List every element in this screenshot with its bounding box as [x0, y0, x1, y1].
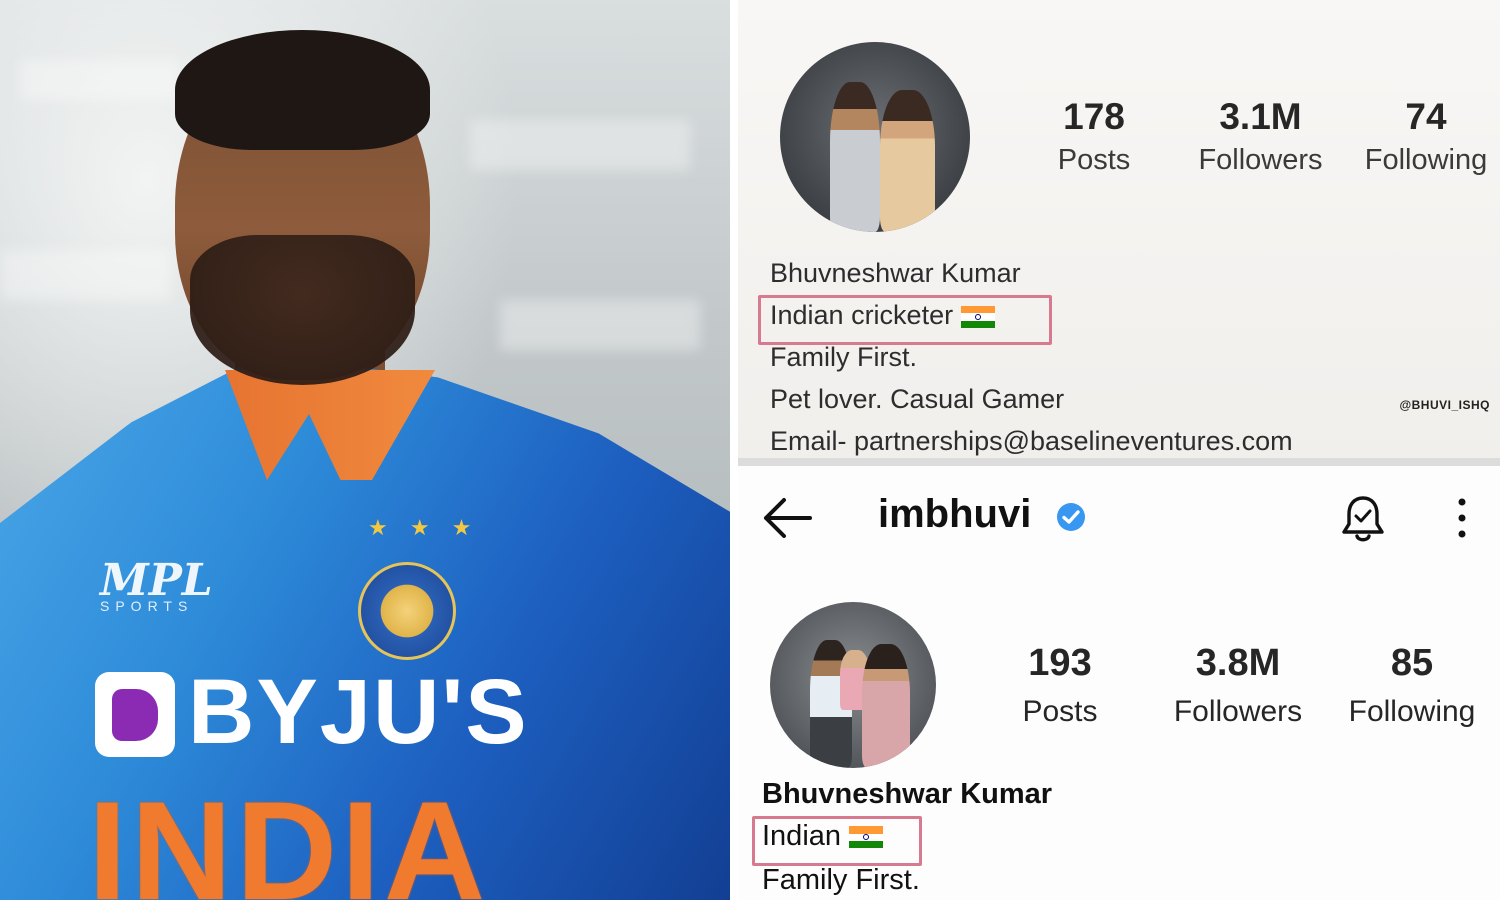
bio-line: Pet lover. Casual Gamer: [770, 384, 1065, 414]
background-blur: [0, 250, 170, 300]
panel-divider: [738, 458, 1500, 466]
jersey-sponsor: BYJU'S: [188, 661, 529, 763]
old-profile-screenshot: 178 Posts 3.1M Followers 74 Following Bh…: [738, 0, 1500, 458]
player-photo: ★ ★ ★ MPL SPORTS BYJU'S INDIA: [0, 0, 730, 900]
profile-name: Bhuvneshwar Kumar: [770, 258, 1021, 288]
more-options-icon[interactable]: [1450, 494, 1474, 542]
india-flag-icon: [961, 305, 996, 328]
background-blur: [500, 300, 700, 350]
avatar-figure: [880, 90, 935, 232]
posts-stat[interactable]: 193 Posts: [1000, 642, 1120, 729]
avatar-figure: [862, 644, 910, 768]
bio-email-line[interactable]: Email- partnerships@baselineventures.com: [770, 426, 1293, 457]
following-stat[interactable]: 74 Following: [1356, 96, 1496, 177]
byjus-logo-icon: [95, 672, 175, 757]
player-beard: [190, 235, 415, 385]
followers-stat[interactable]: 3.1M Followers: [1188, 96, 1333, 177]
bio-highlight-text: Indian cricketer: [770, 300, 954, 330]
verified-badge-icon: [1057, 503, 1085, 531]
jersey-team-name: INDIA: [88, 772, 490, 900]
notification-bell-icon[interactable]: [1340, 494, 1386, 544]
profile-name: Bhuvneshwar Kumar: [762, 778, 1053, 810]
avatar-figure: [830, 82, 880, 232]
profile-avatar[interactable]: [780, 42, 970, 232]
background-blur: [20, 60, 180, 100]
jersey-stars: ★ ★ ★: [368, 515, 480, 540]
bio-highlight-text: Indian: [762, 820, 842, 852]
back-arrow-icon[interactable]: [762, 496, 812, 540]
following-stat[interactable]: 85 Following: [1336, 642, 1488, 729]
player-hair: [175, 30, 430, 150]
posts-stat[interactable]: 178 Posts: [1038, 96, 1150, 177]
bio-highlight-line: Indian cricketer: [770, 300, 996, 331]
watermark: @BHUVI_ISHQ: [1399, 398, 1490, 412]
bio-line: Family First.: [770, 342, 917, 372]
followers-stat[interactable]: 3.8M Followers: [1158, 642, 1318, 729]
india-flag-icon: [849, 826, 884, 849]
bcci-crest-icon: [358, 562, 456, 660]
bio-highlight-line: Indian: [762, 820, 884, 853]
profile-username: imbhuvi: [878, 492, 1032, 536]
jersey-brand-sub: SPORTS: [100, 598, 194, 614]
background-blur: [470, 120, 690, 170]
bio-line: Family First.: [762, 864, 920, 896]
new-profile-screenshot: imbhuvi 193 Posts 3.8M Followers 85 Foll…: [738, 466, 1500, 900]
profile-avatar[interactable]: [770, 602, 936, 768]
